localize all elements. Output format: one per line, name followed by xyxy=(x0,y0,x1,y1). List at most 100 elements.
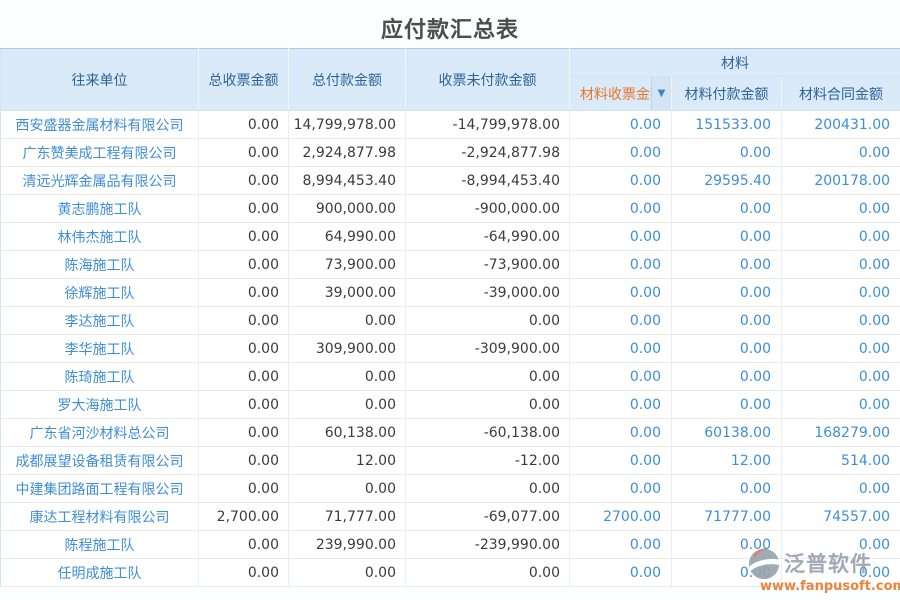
total-payment-cell: 14,799,978.00 xyxy=(289,111,406,139)
material-payment-cell[interactable]: 12.00 xyxy=(672,447,782,475)
unit-link[interactable]: 任明成施工队 xyxy=(1,559,199,587)
material-payment-cell[interactable]: 0.00 xyxy=(672,363,782,391)
unit-link[interactable]: 成都展望设备租赁有限公司 xyxy=(1,447,199,475)
material-receipt-cell[interactable]: 0.00 xyxy=(570,139,672,167)
total-payment-cell: 2,924,877.98 xyxy=(289,139,406,167)
column-header-total-receipt[interactable]: 总收票金额 xyxy=(199,49,289,111)
total-payment-cell: 60,138.00 xyxy=(289,419,406,447)
table-row: 西安盛器金属材料有限公司0.0014,799,978.00-14,799,978… xyxy=(1,111,900,139)
material-payment-cell[interactable]: 0.00 xyxy=(672,223,782,251)
unit-link[interactable]: 罗大海施工队 xyxy=(1,391,199,419)
material-receipt-cell[interactable]: 0.00 xyxy=(570,167,672,195)
material-receipt-cell[interactable]: 0.00 xyxy=(570,559,672,587)
material-contract-cell[interactable]: 168279.00 xyxy=(782,419,900,447)
column-header-material-receipt[interactable]: 材料收票金额 ▼ xyxy=(570,77,672,111)
material-payment-cell[interactable]: 151533.00 xyxy=(672,111,782,139)
material-payment-cell[interactable]: 0.00 xyxy=(672,531,782,559)
total-payment-cell: 0.00 xyxy=(289,391,406,419)
material-receipt-cell[interactable]: 2700.00 xyxy=(570,503,672,531)
total-receipt-cell: 0.00 xyxy=(199,559,289,587)
unit-link[interactable]: 徐辉施工队 xyxy=(1,279,199,307)
material-payment-cell[interactable]: 0.00 xyxy=(672,475,782,503)
material-contract-cell[interactable]: 0.00 xyxy=(782,223,900,251)
unit-link[interactable]: 广东赞美成工程有限公司 xyxy=(1,139,199,167)
column-header-total-payment[interactable]: 总付款金额 xyxy=(289,49,406,111)
total-receipt-cell: 0.00 xyxy=(199,307,289,335)
unit-link[interactable]: 林伟杰施工队 xyxy=(1,223,199,251)
material-contract-cell[interactable]: 0.00 xyxy=(782,531,900,559)
table-row: 任明成施工队0.000.000.000.000.000.00 xyxy=(1,559,900,587)
material-contract-cell[interactable]: 0.00 xyxy=(782,363,900,391)
material-contract-cell[interactable]: 0.00 xyxy=(782,279,900,307)
material-contract-cell[interactable]: 0.00 xyxy=(782,195,900,223)
total-payment-cell: 0.00 xyxy=(289,559,406,587)
material-payment-cell[interactable]: 0.00 xyxy=(672,307,782,335)
unit-link[interactable]: 广东省河沙材料总公司 xyxy=(1,419,199,447)
unit-link[interactable]: 黄志鹏施工队 xyxy=(1,195,199,223)
column-header-unit[interactable]: 往来单位 xyxy=(1,49,199,111)
material-payment-cell[interactable]: 0.00 xyxy=(672,251,782,279)
receipt-unpaid-cell: -60,138.00 xyxy=(406,419,570,447)
table-row: 陈海施工队0.0073,900.00-73,900.000.000.000.00 xyxy=(1,251,900,279)
unit-link[interactable]: 西安盛器金属材料有限公司 xyxy=(1,111,199,139)
material-contract-cell[interactable]: 0.00 xyxy=(782,391,900,419)
material-contract-cell[interactable]: 0.00 xyxy=(782,251,900,279)
material-contract-cell[interactable]: 200431.00 xyxy=(782,111,900,139)
material-payment-cell[interactable]: 60138.00 xyxy=(672,419,782,447)
total-receipt-cell: 0.00 xyxy=(199,335,289,363)
material-receipt-cell[interactable]: 0.00 xyxy=(570,447,672,475)
material-contract-cell[interactable]: 74557.00 xyxy=(782,503,900,531)
material-payment-cell[interactable]: 29595.40 xyxy=(672,167,782,195)
material-receipt-cell[interactable]: 0.00 xyxy=(570,307,672,335)
material-contract-cell[interactable]: 0.00 xyxy=(782,139,900,167)
unit-link[interactable]: 李达施工队 xyxy=(1,307,199,335)
material-payment-cell[interactable]: 0.00 xyxy=(672,335,782,363)
table-row: 中建集团路面工程有限公司0.000.000.000.000.000.00 xyxy=(1,475,900,503)
material-payment-cell[interactable]: 0.00 xyxy=(672,279,782,307)
material-receipt-cell[interactable]: 0.00 xyxy=(570,531,672,559)
material-receipt-cell[interactable]: 0.00 xyxy=(570,335,672,363)
total-payment-cell: 0.00 xyxy=(289,475,406,503)
receipt-unpaid-cell: 0.00 xyxy=(406,391,570,419)
material-receipt-cell[interactable]: 0.00 xyxy=(570,195,672,223)
material-contract-cell[interactable]: 0.00 xyxy=(782,307,900,335)
unit-link[interactable]: 陈琦施工队 xyxy=(1,363,199,391)
material-payment-cell[interactable]: 0.00 xyxy=(672,195,782,223)
column-header-receipt-unpaid[interactable]: 收票未付款金额 xyxy=(406,49,570,111)
column-header-material-contract[interactable]: 材料合同金额 xyxy=(782,77,900,111)
sort-dropdown-button[interactable]: ▼ xyxy=(651,77,671,110)
material-receipt-cell[interactable]: 0.00 xyxy=(570,251,672,279)
material-payment-cell[interactable]: 0.00 xyxy=(672,559,782,587)
material-payment-cell[interactable]: 0.00 xyxy=(672,139,782,167)
material-receipt-cell[interactable]: 0.00 xyxy=(570,391,672,419)
unit-link[interactable]: 陈海施工队 xyxy=(1,251,199,279)
material-contract-cell[interactable]: 200178.00 xyxy=(782,167,900,195)
material-receipt-cell[interactable]: 0.00 xyxy=(570,419,672,447)
table-row: 陈程施工队0.00239,990.00-239,990.000.000.000.… xyxy=(1,531,900,559)
total-payment-cell: 900,000.00 xyxy=(289,195,406,223)
material-contract-cell[interactable]: 0.00 xyxy=(782,559,900,587)
unit-link[interactable]: 清远光辉金属品有限公司 xyxy=(1,167,199,195)
table-row: 广东赞美成工程有限公司0.002,924,877.98-2,924,877.98… xyxy=(1,139,900,167)
page-title: 应付款汇总表 xyxy=(0,0,900,48)
receipt-unpaid-cell: -309,900.00 xyxy=(406,335,570,363)
table-row: 黄志鹏施工队0.00900,000.00-900,000.000.000.000… xyxy=(1,195,900,223)
unit-link[interactable]: 康达工程材料有限公司 xyxy=(1,503,199,531)
total-receipt-cell: 0.00 xyxy=(199,251,289,279)
unit-link[interactable]: 中建集团路面工程有限公司 xyxy=(1,475,199,503)
material-receipt-cell[interactable]: 0.00 xyxy=(570,475,672,503)
total-payment-cell: 71,777.00 xyxy=(289,503,406,531)
material-receipt-cell[interactable]: 0.00 xyxy=(570,363,672,391)
material-contract-cell[interactable]: 514.00 xyxy=(782,447,900,475)
material-receipt-cell[interactable]: 0.00 xyxy=(570,223,672,251)
total-receipt-cell: 0.00 xyxy=(199,223,289,251)
unit-link[interactable]: 李华施工队 xyxy=(1,335,199,363)
material-payment-cell[interactable]: 0.00 xyxy=(672,391,782,419)
material-receipt-cell[interactable]: 0.00 xyxy=(570,111,672,139)
column-header-material-payment[interactable]: 材料付款金额 xyxy=(672,77,782,111)
material-contract-cell[interactable]: 0.00 xyxy=(782,475,900,503)
unit-link[interactable]: 陈程施工队 xyxy=(1,531,199,559)
material-contract-cell[interactable]: 0.00 xyxy=(782,335,900,363)
material-receipt-cell[interactable]: 0.00 xyxy=(570,279,672,307)
material-payment-cell[interactable]: 71777.00 xyxy=(672,503,782,531)
